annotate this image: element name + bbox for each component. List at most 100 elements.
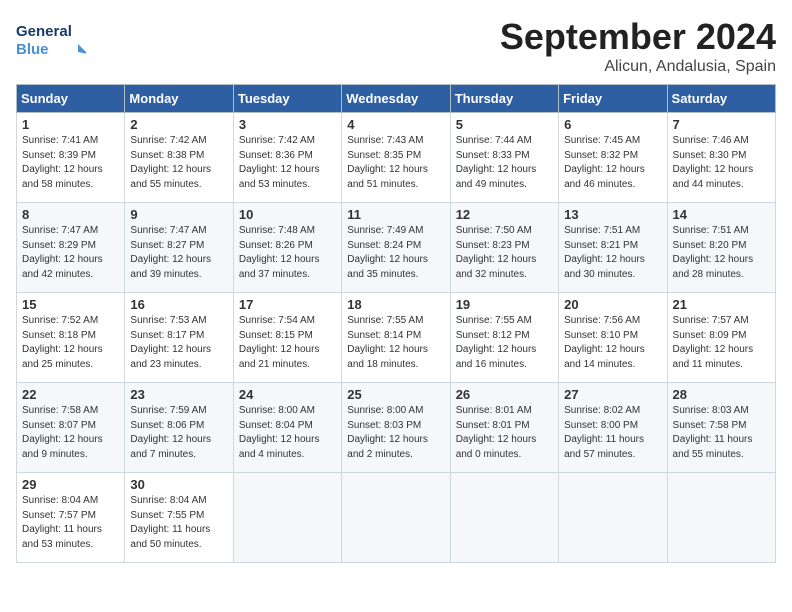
day-info: Sunrise: 7:48 AM Sunset: 8:26 PM Dayligh…	[239, 224, 336, 282]
week-row-3: 22 Sunrise: 7:58 AM Sunset: 8:07 PM Dayli…	[17, 383, 776, 473]
table-row	[342, 473, 450, 563]
header-row: Sunday Monday Tuesday Wednesday Thursday…	[17, 85, 776, 113]
table-row: 11 Sunrise: 7:49 AM Sunset: 8:24 PM Dayli…	[342, 203, 450, 293]
table-row: 9 Sunrise: 7:47 AM Sunset: 8:27 PM Daylig…	[125, 203, 233, 293]
col-sunday: Sunday	[17, 85, 125, 113]
day-info: Sunrise: 8:04 AM Sunset: 7:55 PM Dayligh…	[130, 494, 227, 552]
table-row: 29 Sunrise: 8:04 AM Sunset: 7:57 PM Dayli…	[17, 473, 125, 563]
day-info: Sunrise: 7:42 AM Sunset: 8:36 PM Dayligh…	[239, 134, 336, 192]
day-number: 30	[130, 477, 227, 492]
day-number: 13	[564, 207, 661, 222]
logo: General Blue	[16, 16, 86, 60]
title-block: September 2024 Alicun, Andalusia, Spain	[500, 16, 776, 76]
day-number: 17	[239, 297, 336, 312]
day-number: 9	[130, 207, 227, 222]
day-info: Sunrise: 7:43 AM Sunset: 8:35 PM Dayligh…	[347, 134, 444, 192]
day-number: 26	[456, 387, 553, 402]
day-info: Sunrise: 8:00 AM Sunset: 8:04 PM Dayligh…	[239, 404, 336, 462]
col-monday: Monday	[125, 85, 233, 113]
day-info: Sunrise: 7:47 AM Sunset: 8:27 PM Dayligh…	[130, 224, 227, 282]
table-row: 12Sunrise: 7:50 AM Sunset: 8:23 PM Dayli…	[450, 203, 558, 293]
week-row-1: 8 Sunrise: 7:47 AM Sunset: 8:29 PM Daylig…	[17, 203, 776, 293]
table-row: 8 Sunrise: 7:47 AM Sunset: 8:29 PM Daylig…	[17, 203, 125, 293]
table-row: 18 Sunrise: 7:55 AM Sunset: 8:14 PM Dayli…	[342, 293, 450, 383]
table-row: 15 Sunrise: 7:52 AM Sunset: 8:18 PM Dayli…	[17, 293, 125, 383]
day-info: Sunrise: 7:51 AM Sunset: 8:20 PM Dayligh…	[673, 224, 770, 282]
day-info: Sunrise: 7:45 AM Sunset: 8:32 PM Dayligh…	[564, 134, 661, 192]
day-number: 29	[22, 477, 119, 492]
day-info: Sunrise: 8:04 AM Sunset: 7:57 PM Dayligh…	[22, 494, 119, 552]
day-info: Sunrise: 7:41 AM Sunset: 8:39 PM Dayligh…	[22, 134, 119, 192]
table-row: 2 Sunrise: 7:42 AM Sunset: 8:38 PM Daylig…	[125, 113, 233, 203]
calendar-table: Sunday Monday Tuesday Wednesday Thursday…	[16, 84, 776, 563]
month-title: September 2024	[500, 16, 776, 58]
table-row: 27Sunrise: 8:02 AM Sunset: 8:00 PM Dayli…	[559, 383, 667, 473]
table-row: 19 Sunrise: 7:55 AM Sunset: 8:12 PM Dayli…	[450, 293, 558, 383]
table-row	[450, 473, 558, 563]
day-number: 12	[456, 207, 553, 222]
col-wednesday: Wednesday	[342, 85, 450, 113]
day-number: 4	[347, 117, 444, 132]
table-row: 10 Sunrise: 7:48 AM Sunset: 8:26 PM Dayli…	[233, 203, 341, 293]
day-number: 24	[239, 387, 336, 402]
day-info: Sunrise: 7:55 AM Sunset: 8:14 PM Dayligh…	[347, 314, 444, 372]
table-row: 26 Sunrise: 8:01 AM Sunset: 8:01 PM Dayli…	[450, 383, 558, 473]
day-info: Sunrise: 7:51 AM Sunset: 8:21 PM Dayligh…	[564, 224, 661, 282]
day-info: Sunrise: 7:55 AM Sunset: 8:12 PM Dayligh…	[456, 314, 553, 372]
logo-svg: General Blue	[16, 16, 86, 60]
week-row-4: 29 Sunrise: 8:04 AM Sunset: 7:57 PM Dayli…	[17, 473, 776, 563]
day-number: 16	[130, 297, 227, 312]
day-info: Sunrise: 7:59 AM Sunset: 8:06 PM Dayligh…	[130, 404, 227, 462]
table-row: 1Sunrise: 7:41 AM Sunset: 8:39 PM Daylig…	[17, 113, 125, 203]
table-row: 25 Sunrise: 8:00 AM Sunset: 8:03 PM Dayli…	[342, 383, 450, 473]
day-info: Sunrise: 7:46 AM Sunset: 8:30 PM Dayligh…	[673, 134, 770, 192]
day-info: Sunrise: 7:44 AM Sunset: 8:33 PM Dayligh…	[456, 134, 553, 192]
table-row: 6Sunrise: 7:45 AM Sunset: 8:32 PM Daylig…	[559, 113, 667, 203]
day-info: Sunrise: 7:49 AM Sunset: 8:24 PM Dayligh…	[347, 224, 444, 282]
day-number: 23	[130, 387, 227, 402]
col-tuesday: Tuesday	[233, 85, 341, 113]
day-info: Sunrise: 7:58 AM Sunset: 8:07 PM Dayligh…	[22, 404, 119, 462]
day-info: Sunrise: 8:01 AM Sunset: 8:01 PM Dayligh…	[456, 404, 553, 462]
table-row: 5 Sunrise: 7:44 AM Sunset: 8:33 PM Daylig…	[450, 113, 558, 203]
day-number: 14	[673, 207, 770, 222]
table-row: 7 Sunrise: 7:46 AM Sunset: 8:30 PM Daylig…	[667, 113, 775, 203]
day-number: 5	[456, 117, 553, 132]
table-row: 28Sunrise: 8:03 AM Sunset: 7:58 PM Dayli…	[667, 383, 775, 473]
table-row: 24 Sunrise: 8:00 AM Sunset: 8:04 PM Dayli…	[233, 383, 341, 473]
day-info: Sunrise: 8:00 AM Sunset: 8:03 PM Dayligh…	[347, 404, 444, 462]
day-info: Sunrise: 7:54 AM Sunset: 8:15 PM Dayligh…	[239, 314, 336, 372]
day-number: 15	[22, 297, 119, 312]
page-header: General Blue September 2024 Alicun, Anda…	[16, 16, 776, 76]
table-row: 17 Sunrise: 7:54 AM Sunset: 8:15 PM Dayli…	[233, 293, 341, 383]
day-number: 25	[347, 387, 444, 402]
day-info: Sunrise: 7:52 AM Sunset: 8:18 PM Dayligh…	[22, 314, 119, 372]
day-number: 19	[456, 297, 553, 312]
table-row: 13 Sunrise: 7:51 AM Sunset: 8:21 PM Dayli…	[559, 203, 667, 293]
table-row: 22 Sunrise: 7:58 AM Sunset: 8:07 PM Dayli…	[17, 383, 125, 473]
location: Alicun, Andalusia, Spain	[500, 58, 776, 76]
day-number: 3	[239, 117, 336, 132]
day-number: 18	[347, 297, 444, 312]
table-row: 21Sunrise: 7:57 AM Sunset: 8:09 PM Dayli…	[667, 293, 775, 383]
day-number: 11	[347, 207, 444, 222]
day-number: 27	[564, 387, 661, 402]
day-info: Sunrise: 7:56 AM Sunset: 8:10 PM Dayligh…	[564, 314, 661, 372]
day-number: 8	[22, 207, 119, 222]
day-number: 10	[239, 207, 336, 222]
day-number: 28	[673, 387, 770, 402]
svg-text:General: General	[16, 23, 72, 40]
day-number: 2	[130, 117, 227, 132]
table-row	[667, 473, 775, 563]
table-row: 16Sunrise: 7:53 AM Sunset: 8:17 PM Dayli…	[125, 293, 233, 383]
day-info: Sunrise: 7:42 AM Sunset: 8:38 PM Dayligh…	[130, 134, 227, 192]
week-row-2: 15 Sunrise: 7:52 AM Sunset: 8:18 PM Dayli…	[17, 293, 776, 383]
day-number: 7	[673, 117, 770, 132]
week-row-0: 1Sunrise: 7:41 AM Sunset: 8:39 PM Daylig…	[17, 113, 776, 203]
day-info: Sunrise: 7:47 AM Sunset: 8:29 PM Dayligh…	[22, 224, 119, 282]
table-row	[559, 473, 667, 563]
table-row	[233, 473, 341, 563]
table-row: 30 Sunrise: 8:04 AM Sunset: 7:55 PM Dayli…	[125, 473, 233, 563]
day-number: 21	[673, 297, 770, 312]
day-number: 22	[22, 387, 119, 402]
